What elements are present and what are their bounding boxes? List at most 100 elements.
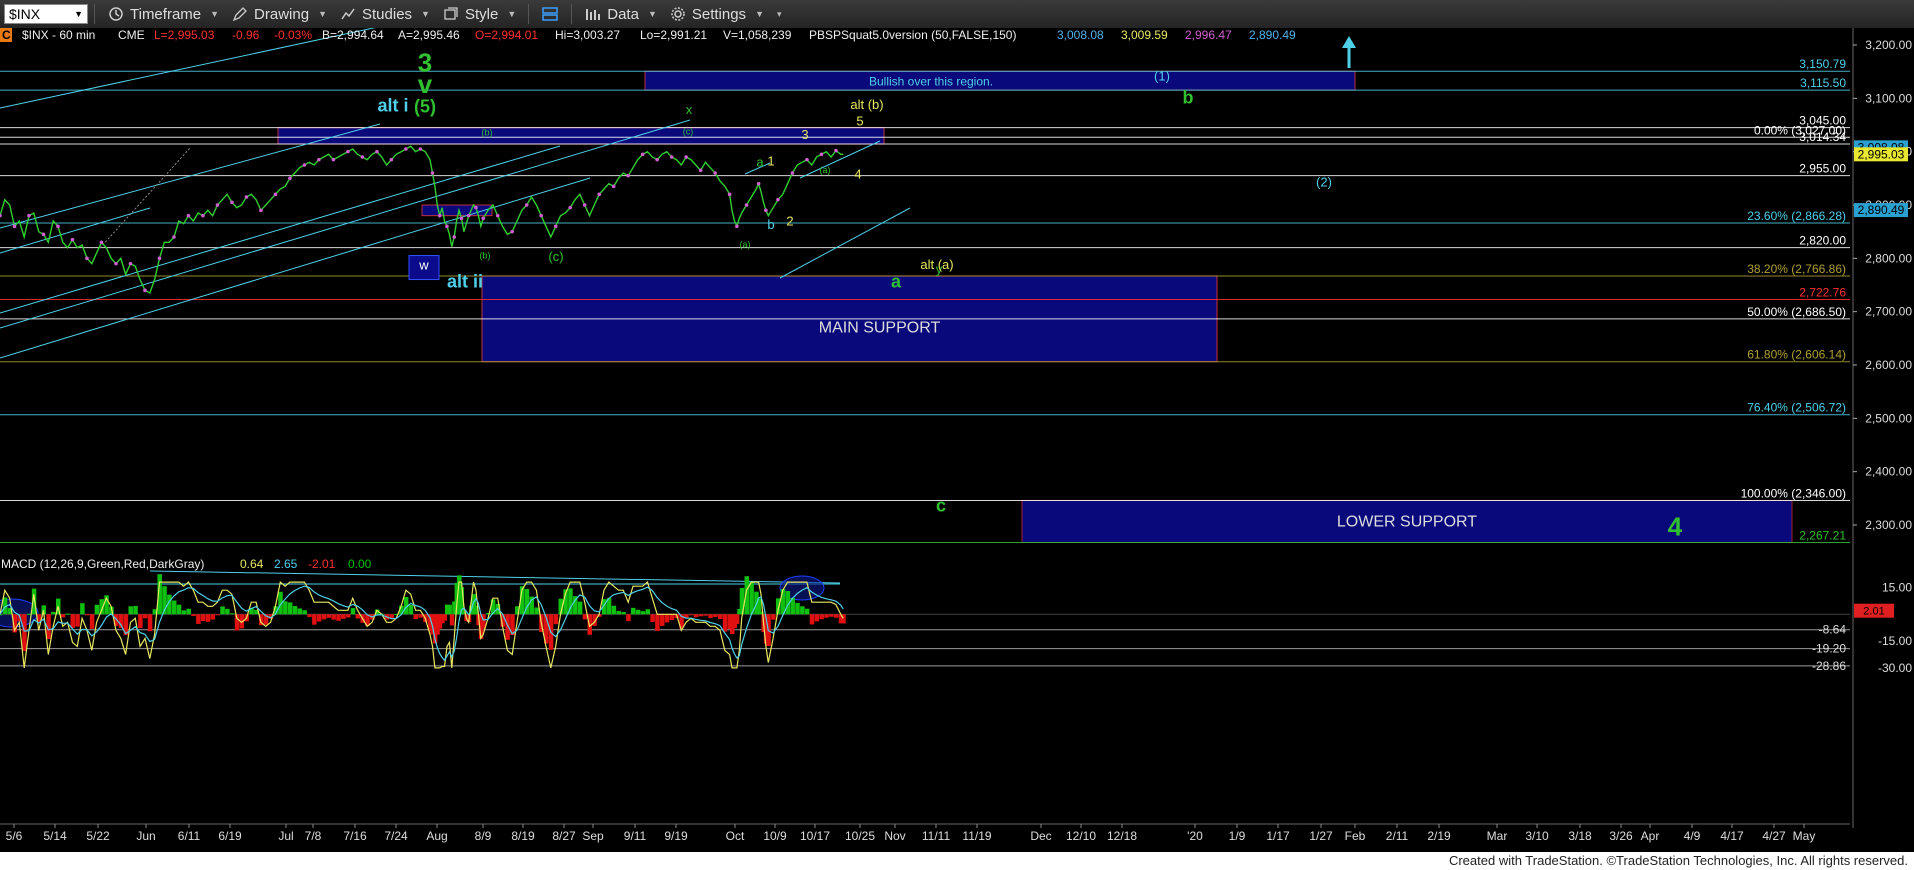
macd-histogram-bar xyxy=(621,612,626,615)
price-marker xyxy=(404,147,408,151)
price-marker xyxy=(727,192,732,197)
wave-label: b xyxy=(767,217,774,232)
price-marker xyxy=(56,224,60,229)
wave-label: 2 xyxy=(786,213,793,228)
price-tick-label: 2,400.00 xyxy=(1865,465,1912,479)
drawing-label: Drawing xyxy=(254,5,310,23)
data-label: Data xyxy=(607,5,639,23)
data-menu[interactable]: Data ▼ xyxy=(584,6,657,23)
symbol-input[interactable]: $INX ▼ xyxy=(4,4,88,24)
macd-histogram-bar xyxy=(65,613,71,615)
macd-histogram-bar xyxy=(449,614,455,626)
macd-value: 2.65 xyxy=(274,557,298,571)
price-marker xyxy=(201,213,205,218)
studies-icon xyxy=(341,8,355,20)
macd-histogram-bar xyxy=(229,613,235,615)
wave-label: (a) xyxy=(740,240,751,250)
price-marker xyxy=(70,237,75,242)
macd-histogram-bar xyxy=(442,614,448,621)
wave-label: 5 xyxy=(856,114,863,129)
macd-histogram-bar xyxy=(703,614,708,616)
price-chart[interactable]: 3,150.793,115.503,045.000.00% (3,027.00)… xyxy=(0,28,1914,852)
price-marker xyxy=(157,256,162,261)
price-marker xyxy=(539,213,543,218)
price-marker xyxy=(819,152,824,157)
drawing-menu[interactable]: Drawing ▼ xyxy=(231,6,327,23)
chevron-down-icon[interactable]: ▼ xyxy=(74,9,83,19)
macd-histogram-bar xyxy=(345,614,351,618)
price-marker xyxy=(288,176,292,181)
header-study-value: 2,890.49 xyxy=(1249,28,1296,42)
time-tick-label: 3/18 xyxy=(1568,829,1592,843)
time-tick-label: 6/19 xyxy=(218,829,242,843)
header-study-value: 2,996.47 xyxy=(1185,28,1232,42)
time-tick-label: 12/18 xyxy=(1107,829,1137,843)
macd-level-label: -28.86 xyxy=(1812,659,1846,673)
price-marker xyxy=(790,171,795,175)
time-tick-label: 2/19 xyxy=(1427,829,1451,843)
price-marker xyxy=(834,148,838,153)
time-tick-label: 7/8 xyxy=(305,829,322,843)
time-tick-label: 4/27 xyxy=(1762,829,1786,843)
level-label: 61.80% (2,606.14) xyxy=(1747,348,1846,362)
studies-label: Studies xyxy=(362,5,413,23)
macd-histogram-bar xyxy=(215,614,220,616)
studies-menu[interactable]: Studies ▼ xyxy=(339,6,430,23)
macd-title: MACD (12,26,9,Green,Red,DarkGray) xyxy=(1,557,204,571)
price-tick-label: 2,800.00 xyxy=(1865,251,1912,265)
macd-histogram-bar xyxy=(722,614,728,632)
style-menu[interactable]: Style ▼ xyxy=(442,6,516,23)
level-label: 38.20% (2,766.86) xyxy=(1747,262,1846,276)
wave-label: (a) xyxy=(820,165,831,175)
wave-label: (5) xyxy=(414,97,436,117)
time-tick-label: Sep xyxy=(582,829,604,843)
macd-histogram-bar xyxy=(389,614,394,618)
toolbar-divider xyxy=(571,4,573,24)
macd-histogram-bar xyxy=(650,614,655,623)
macd-value: 0.64 xyxy=(240,557,264,571)
macd-histogram-bar xyxy=(128,606,133,615)
toolbar-divider xyxy=(528,4,530,24)
price-tick-label: 2,500.00 xyxy=(1865,411,1912,425)
macd-histogram-bar xyxy=(626,614,631,622)
price-marker xyxy=(41,232,46,237)
header-study-value: 3,008.08 xyxy=(1057,28,1104,42)
macd-level-label: -8.64 xyxy=(1819,623,1847,637)
macd-histogram-bar xyxy=(645,609,650,615)
level-label: 2,722.76 xyxy=(1799,286,1846,300)
price-tick-label: 2,700.00 xyxy=(1865,305,1912,319)
price-marker xyxy=(582,203,587,207)
wave-label: alt ii xyxy=(447,272,483,292)
macd-histogram-bar xyxy=(191,614,196,617)
price-marker xyxy=(698,168,703,173)
footer: Created with TradeStation. ©TradeStation… xyxy=(0,852,1914,870)
price-marker xyxy=(215,203,220,207)
macd-histogram-bar xyxy=(297,608,303,615)
toolbar-divider xyxy=(94,4,95,24)
time-tick-label: 4/9 xyxy=(1684,829,1701,843)
gear-icon xyxy=(671,7,685,21)
time-tick-label: '20 xyxy=(1187,829,1203,843)
price-marker xyxy=(481,216,486,221)
macd-histogram-bar xyxy=(302,610,307,615)
price-marker xyxy=(85,256,89,261)
time-tick-label: Oct xyxy=(726,829,745,843)
price-tick-label: 2,600.00 xyxy=(1865,358,1912,372)
timeframe-menu[interactable]: Timeframe ▼ xyxy=(107,6,219,23)
wave-label: x xyxy=(686,102,693,117)
chevron-down-icon: ▼ xyxy=(647,9,657,19)
clock-icon xyxy=(109,7,123,21)
header-row: C $INX - 60 min CME L=2,995.03 -0.96 -0.… xyxy=(0,28,1296,42)
support-zone xyxy=(277,127,885,145)
time-tick-label: 8/19 xyxy=(511,829,535,843)
macd-histogram-bar xyxy=(771,614,776,620)
macd-histogram-bar xyxy=(181,610,187,615)
symbol-text: $INX xyxy=(9,6,41,22)
settings-menu[interactable]: Settings ▼ ▾ xyxy=(669,6,782,23)
price-marker xyxy=(495,213,500,218)
layout-button[interactable] xyxy=(541,6,559,22)
level-label: 76.40% (2,506.72) xyxy=(1747,401,1846,415)
time-tick-label: Feb xyxy=(1345,829,1366,843)
overflow-icon[interactable]: ▾ xyxy=(777,9,782,20)
macd-histogram-bar xyxy=(142,614,148,619)
